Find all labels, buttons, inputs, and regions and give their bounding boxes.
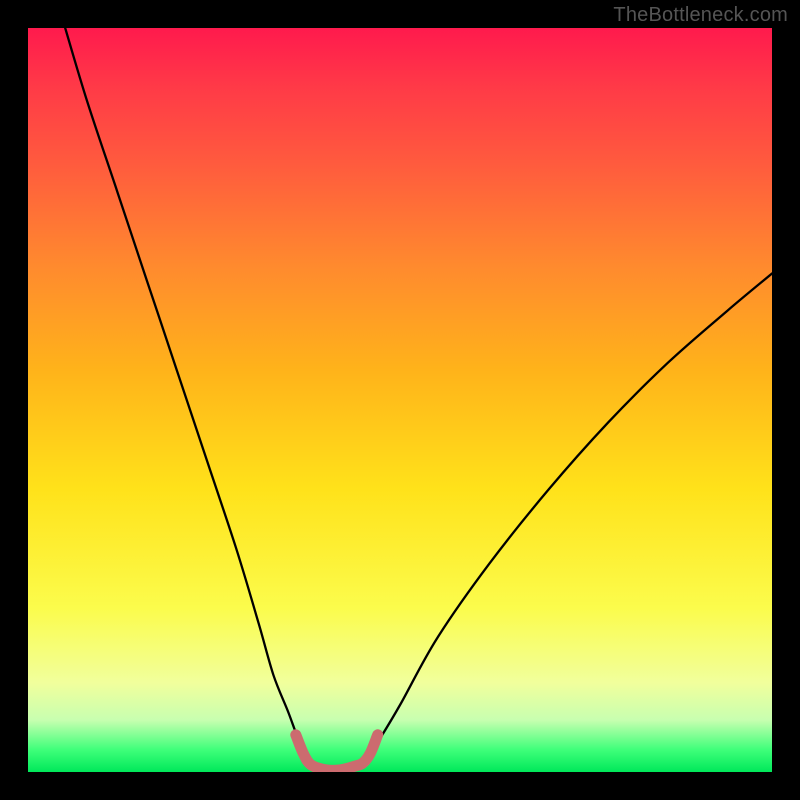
watermark-text: TheBottleneck.com — [613, 4, 788, 27]
right-curve — [363, 274, 772, 765]
chart-frame: TheBottleneck.com — [0, 0, 800, 800]
curve-overlay — [28, 28, 772, 772]
left-curve — [65, 28, 311, 765]
valley-highlight — [296, 735, 378, 771]
gradient-plot-area — [28, 28, 772, 772]
